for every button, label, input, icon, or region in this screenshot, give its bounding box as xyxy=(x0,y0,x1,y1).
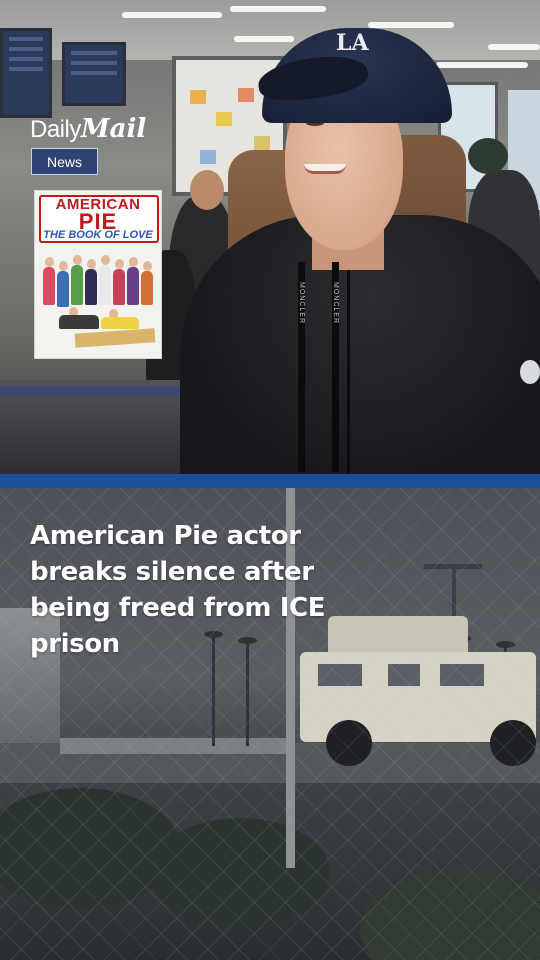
background-person-cap xyxy=(468,138,508,174)
frame-divider xyxy=(0,474,540,488)
lanyard: MONCLER xyxy=(298,262,305,472)
ceiling-light xyxy=(230,6,326,12)
ceiling-light xyxy=(368,22,454,28)
smile xyxy=(304,164,346,174)
logo-daily: Daily xyxy=(30,116,81,143)
logo-mail: Mail xyxy=(80,114,147,144)
lanyard-text: MONCLER xyxy=(298,282,305,325)
section-badge: News xyxy=(31,148,98,175)
lanyard-text: MONCLER xyxy=(332,282,339,325)
background-person-head xyxy=(190,170,224,210)
sleeve-patch xyxy=(520,360,540,384)
interview-video-frame: LA MONCLER MONCLER Daily Mail News AMERI… xyxy=(0,0,540,474)
ceiling-light xyxy=(436,62,528,68)
story-headline: American Pie actor breaks silence after … xyxy=(30,521,326,659)
cover-title-line3: THE BOOK OF LOVE xyxy=(43,229,153,241)
departure-board xyxy=(0,28,52,118)
daily-mail-logo: Daily Mail xyxy=(30,114,146,144)
barrier-rail xyxy=(0,386,200,396)
ceiling-light xyxy=(122,12,222,18)
jacket-zipper xyxy=(347,270,350,474)
ceiling-light xyxy=(234,36,294,42)
ceiling-light xyxy=(488,44,540,50)
cap-logo: LA xyxy=(336,30,369,56)
departure-board xyxy=(62,42,126,106)
lanyard: MONCLER xyxy=(332,262,339,472)
movie-cover-image: AMERICAN PIE THE BOOK OF LOVE xyxy=(34,190,162,359)
